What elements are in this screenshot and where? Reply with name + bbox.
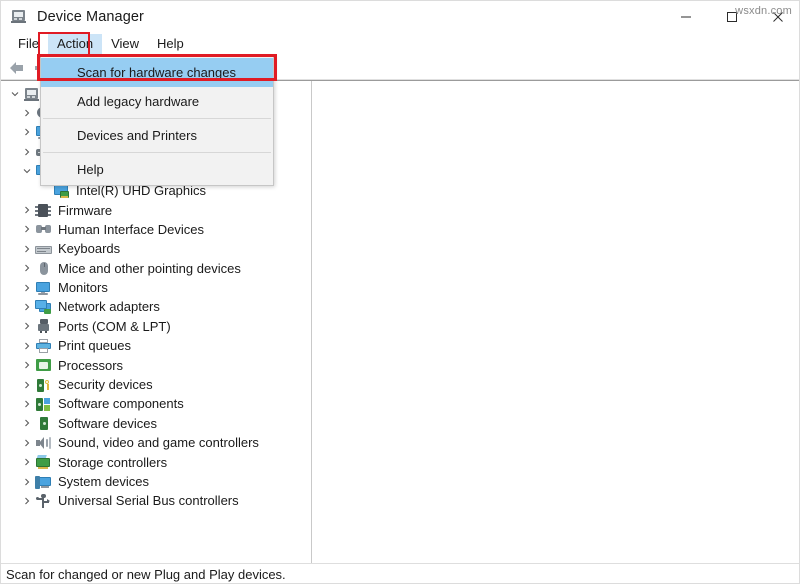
menu-help[interactable]: Help xyxy=(148,34,193,54)
tree-row-label: Software components xyxy=(58,396,184,412)
tree-row-label: Processors xyxy=(58,357,124,373)
mouse-icon xyxy=(35,260,52,276)
chevron-right-icon[interactable] xyxy=(19,303,35,311)
software-component-icon xyxy=(35,396,52,412)
chevron-right-icon[interactable] xyxy=(19,322,35,330)
watermark: wsxdn.com xyxy=(735,5,792,17)
chevron-right-icon[interactable] xyxy=(19,264,35,272)
sound-controller-icon xyxy=(35,435,52,451)
chevron-right-icon[interactable] xyxy=(19,245,35,253)
tree-row-print-queues[interactable]: Print queues xyxy=(1,336,311,355)
security-device-icon xyxy=(35,377,52,393)
status-text: Scan for changed or new Plug and Play de… xyxy=(6,567,286,582)
tree-row-network-adapters[interactable]: Network adapters xyxy=(1,297,311,316)
chevron-down-icon[interactable] xyxy=(19,167,35,175)
tree-row-label: System devices xyxy=(58,474,150,489)
chevron-right-icon[interactable] xyxy=(19,284,35,292)
menu-action[interactable]: Action xyxy=(47,34,103,54)
chevron-right-icon[interactable] xyxy=(19,225,35,233)
minimize-button[interactable] xyxy=(663,1,709,32)
menu-bar: File Action View Help xyxy=(1,32,799,56)
tree-row-label: Print queues xyxy=(58,338,131,354)
tree-row-label: Software devices xyxy=(58,415,157,431)
tree-row-system-devices[interactable]: System devices xyxy=(1,472,311,491)
device-manager-icon xyxy=(10,8,28,26)
menu-separator xyxy=(43,152,271,153)
details-pane xyxy=(313,81,799,563)
menu-file[interactable]: File xyxy=(9,34,48,54)
tree-row-processors[interactable]: Processors xyxy=(1,355,311,374)
chevron-right-icon[interactable] xyxy=(19,342,35,350)
tree-row-software-devices[interactable]: Software devices xyxy=(1,414,311,433)
chevron-right-icon[interactable] xyxy=(19,381,35,389)
tree-row-mice[interactable]: Mice and other pointing devices xyxy=(1,259,311,278)
status-bar: Scan for changed or new Plug and Play de… xyxy=(1,563,799,583)
chevron-right-icon[interactable] xyxy=(19,478,35,486)
chevron-down-icon[interactable] xyxy=(7,90,23,98)
chevron-right-icon[interactable] xyxy=(19,497,35,505)
tree-row-label: Network adapters xyxy=(58,299,160,315)
chevron-right-icon[interactable] xyxy=(19,419,35,427)
chevron-right-icon[interactable] xyxy=(19,439,35,447)
tree-row-label: Monitors xyxy=(58,280,108,296)
action-menu-dropdown: Scan for hardware changes Add legacy har… xyxy=(40,56,274,186)
system-device-icon xyxy=(35,474,52,490)
tree-row-monitors[interactable]: Monitors xyxy=(1,278,311,297)
chevron-right-icon[interactable] xyxy=(19,206,35,214)
menu-separator xyxy=(43,118,271,119)
hid-icon xyxy=(35,221,52,237)
monitor-icon xyxy=(35,280,52,296)
tree-row-label: Storage controllers xyxy=(58,454,168,470)
printer-icon xyxy=(35,338,52,354)
tree-row-label: Intel(R) UHD Graphics xyxy=(76,183,207,199)
tree-row-sound-video-game-controllers[interactable]: Sound, video and game controllers xyxy=(1,433,311,452)
network-adapter-icon xyxy=(35,299,52,315)
tree-row-firmware[interactable]: Firmware xyxy=(1,200,311,219)
tree-row-label: Security devices xyxy=(58,377,153,393)
tree-row-keyboards[interactable]: Keyboards xyxy=(1,239,311,258)
tree-row-label: Firmware xyxy=(58,202,113,218)
menu-item-add-legacy-hardware[interactable]: Add legacy hardware xyxy=(41,87,273,116)
chevron-right-icon[interactable] xyxy=(19,400,35,408)
chevron-right-icon[interactable] xyxy=(19,128,35,136)
menu-item-scan-for-hardware-changes[interactable]: Scan for hardware changes xyxy=(41,58,273,87)
tree-row-storage-controllers[interactable]: Storage controllers xyxy=(1,452,311,471)
tree-row-human-interface-devices[interactable]: Human Interface Devices xyxy=(1,220,311,239)
tree-row-label: Sound, video and game controllers xyxy=(58,435,259,451)
firmware-icon xyxy=(35,202,52,218)
device-manager-window: Device Manager File Action View Help Int… xyxy=(0,0,800,584)
tree-row-label: Human Interface Devices xyxy=(58,221,204,237)
menu-item-help[interactable]: Help xyxy=(41,155,273,184)
software-device-icon xyxy=(35,415,52,431)
chevron-right-icon[interactable] xyxy=(19,148,35,156)
window-title: Device Manager xyxy=(37,8,144,25)
tree-row-label: Ports (COM & LPT) xyxy=(58,318,171,334)
tree-row-label: Mice and other pointing devices xyxy=(58,260,241,276)
processor-icon xyxy=(35,357,52,373)
title-bar: Device Manager xyxy=(1,1,799,32)
port-icon xyxy=(35,318,52,334)
keyboard-icon xyxy=(35,241,52,257)
menu-view[interactable]: View xyxy=(102,34,148,54)
storage-controller-icon xyxy=(35,454,52,470)
back-arrow-icon[interactable] xyxy=(5,57,29,79)
chevron-right-icon[interactable] xyxy=(19,458,35,466)
chevron-right-icon[interactable] xyxy=(19,361,35,369)
tree-row-ports[interactable]: Ports (COM & LPT) xyxy=(1,317,311,336)
tree-row-software-components[interactable]: Software components xyxy=(1,394,311,413)
tree-row-usb-controllers[interactable]: Universal Serial Bus controllers xyxy=(1,491,311,510)
tree-row-security-devices[interactable]: Security devices xyxy=(1,375,311,394)
computer-root-icon xyxy=(23,86,40,102)
tree-row-label: Keyboards xyxy=(58,241,121,257)
menu-item-devices-and-printers[interactable]: Devices and Printers xyxy=(41,121,273,150)
usb-controller-icon xyxy=(35,493,52,509)
tree-row-label: Universal Serial Bus controllers xyxy=(58,493,239,509)
chevron-right-icon[interactable] xyxy=(19,109,35,117)
